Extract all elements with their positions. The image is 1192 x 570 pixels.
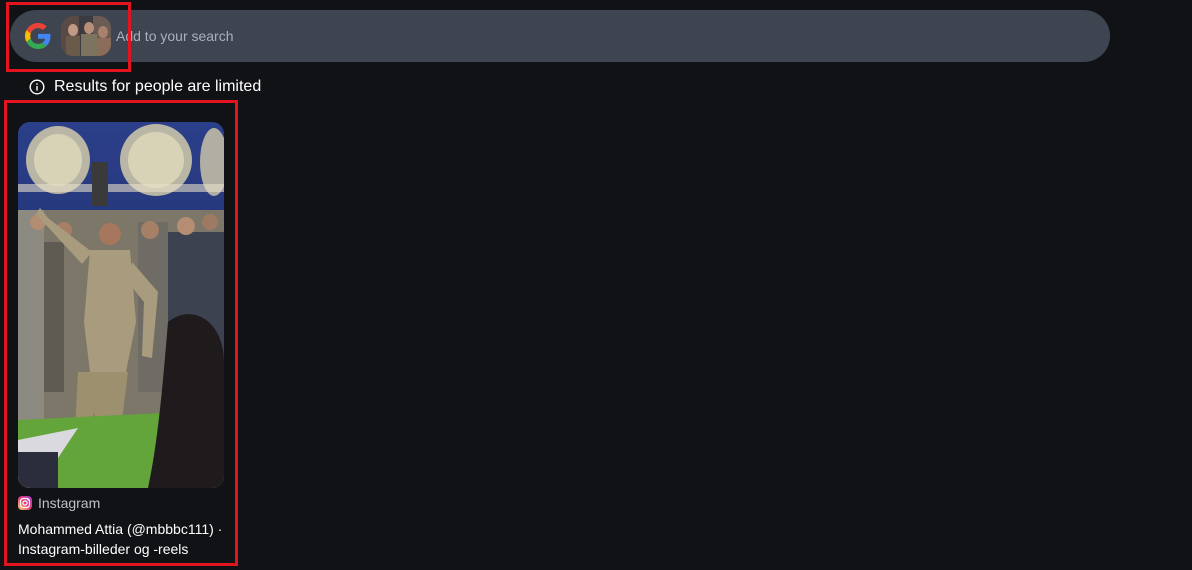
result-card[interactable]: Instagram Mohammed Attia (@mbbbc111) · I… xyxy=(18,122,224,559)
instagram-icon xyxy=(18,496,32,510)
result-source-name: Instagram xyxy=(38,495,101,511)
notice-text: Results for people are limited xyxy=(54,78,262,95)
result-title[interactable]: Mohammed Attia (@mbbbc111) · Instagram-b… xyxy=(18,519,224,559)
info-icon[interactable] xyxy=(29,79,45,95)
result-thumbnail[interactable] xyxy=(18,122,224,488)
query-image xyxy=(61,16,111,56)
query-image-thumbnail[interactable] xyxy=(61,16,111,56)
result-source[interactable]: Instagram xyxy=(18,495,224,511)
google-logo-icon[interactable] xyxy=(25,23,51,49)
search-input[interactable] xyxy=(116,25,1016,47)
visual-search-results-page: Results for people are limited xyxy=(0,0,1192,570)
people-results-notice: Results for people are limited xyxy=(29,78,261,96)
